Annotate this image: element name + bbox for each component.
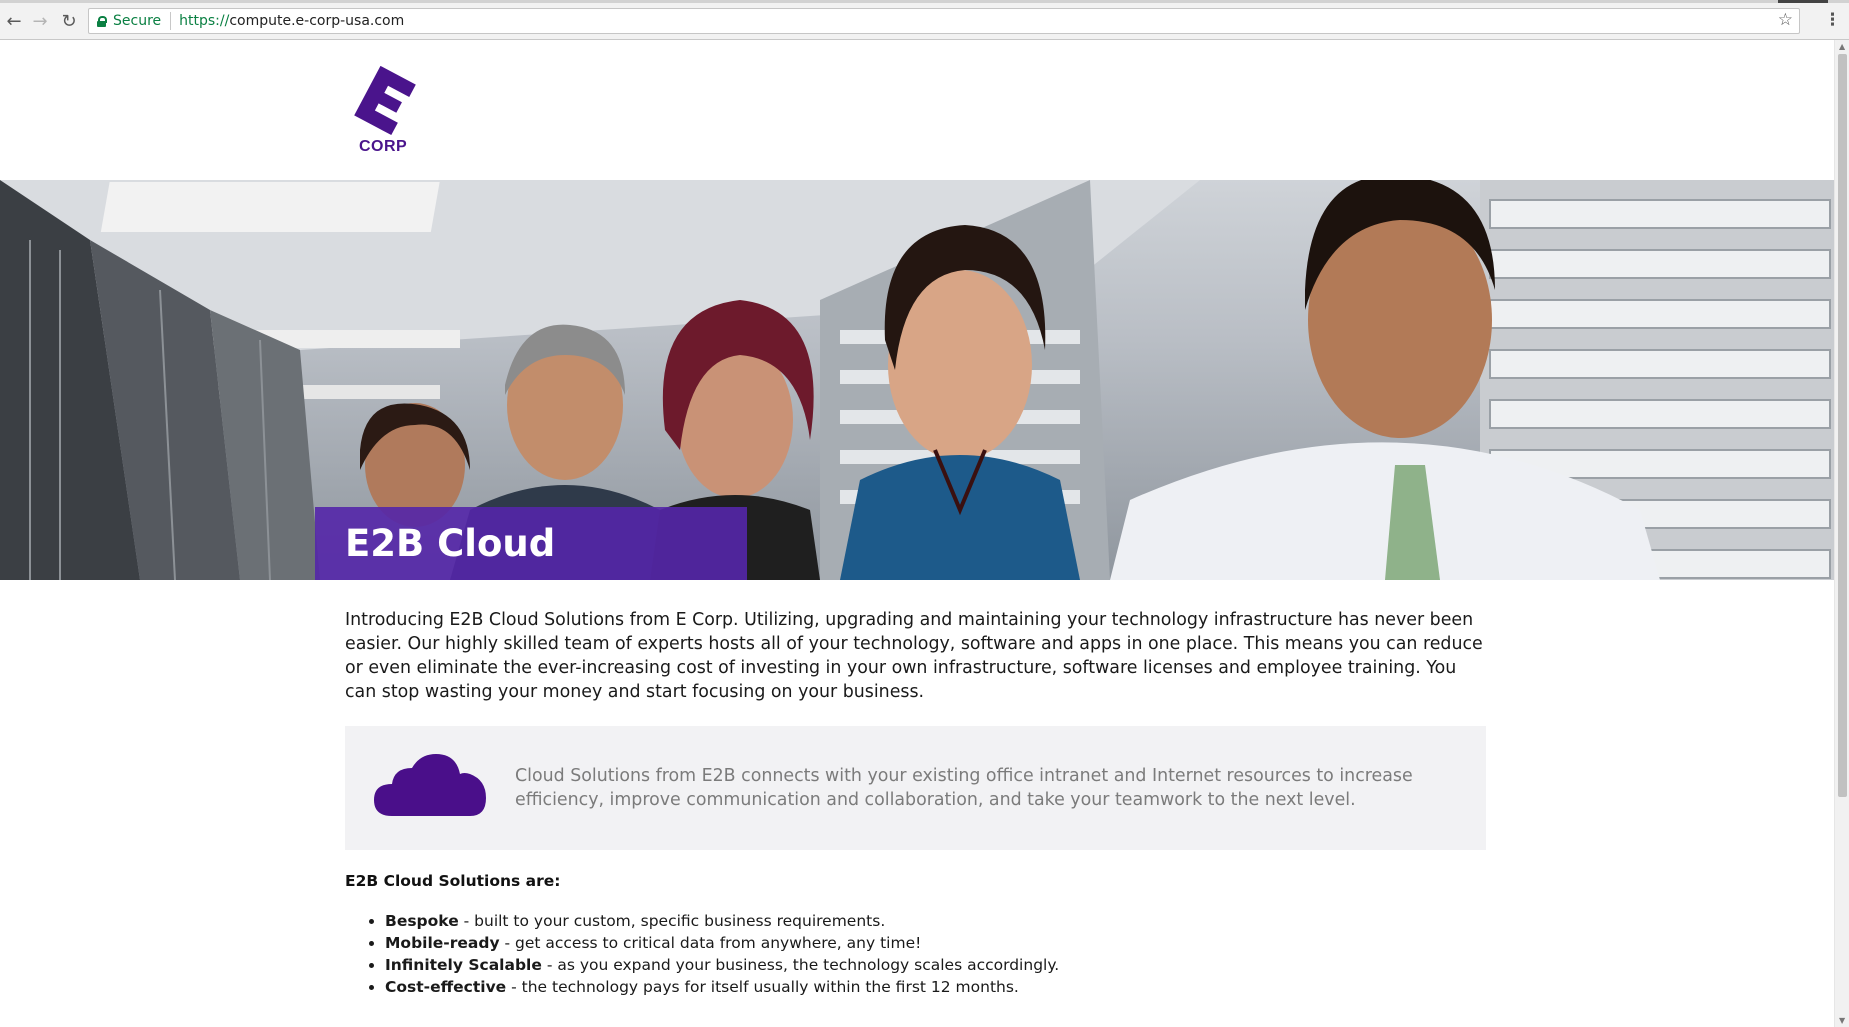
scroll-down-icon[interactable]: ▼ [1839,1016,1845,1025]
page-scrollbar[interactable]: ▲ ▼ [1834,40,1849,1027]
site-header: CORP [0,40,1834,180]
list-item: Bespoke - built to your custom, specific… [385,910,1059,932]
forward-icon[interactable]: → [28,9,52,33]
main-content: Introducing E2B Cloud Solutions from E C… [345,608,1486,996]
reload-icon[interactable]: ↻ [57,9,81,33]
back-icon[interactable]: ← [2,9,26,33]
hero-banner: E2B Cloud Solutions [0,180,1834,580]
list-item: Cost-effective - the technology pays for… [385,976,1059,998]
callout-text: Cloud Solutions from E2B connects with y… [515,766,1413,810]
hero-title: E2B Cloud Solutions [315,507,747,580]
feature-desc: - built to your custom, specific busines… [458,912,886,930]
scroll-up-icon[interactable]: ▲ [1839,42,1845,51]
ecorp-logo-mark [354,65,416,136]
feature-term: Infinitely Scalable [385,956,542,974]
ecorp-logo[interactable]: CORP [349,64,421,160]
feature-term: Mobile-ready [385,934,500,952]
feature-desc: - get access to critical data from anywh… [499,934,922,952]
feature-desc: - the technology pays for itself usually… [506,978,1019,996]
scrollbar-thumb[interactable] [1838,54,1847,797]
secure-label: Secure [113,13,162,29]
url-scheme: https:// [179,13,230,29]
features-heading: E2B Cloud Solutions are: [345,872,561,890]
logo-text: CORP [359,138,408,155]
omnibox-divider [170,12,172,30]
cloud-callout-box: Cloud Solutions from E2B connects with y… [345,726,1486,850]
feature-term: Bespoke [385,912,459,930]
cloud-icon [374,754,486,816]
features-list: Bespoke - built to your custom, specific… [345,910,1059,998]
lock-icon [97,15,107,27]
feature-desc: - as you expand your business, the techn… [541,956,1060,974]
bookmark-star-icon[interactable]: ☆ [1778,10,1793,30]
url-host: compute.e-corp-usa.com [229,13,405,29]
browser-menu-icon[interactable]: ⋮ [1824,11,1841,29]
hero-photo [0,180,1834,580]
feature-term: Cost-effective [385,978,507,996]
list-item: Infinitely Scalable - as you expand your… [385,954,1059,976]
intro-paragraph: Introducing E2B Cloud Solutions from E C… [345,610,1483,702]
browser-toolbar: ← → ↻ Secure https:// compute.e-corp-usa… [0,3,1849,40]
list-item: Mobile-ready - get access to critical da… [385,932,1059,954]
address-bar[interactable]: Secure https:// compute.e-corp-usa.com ☆ [88,8,1800,34]
